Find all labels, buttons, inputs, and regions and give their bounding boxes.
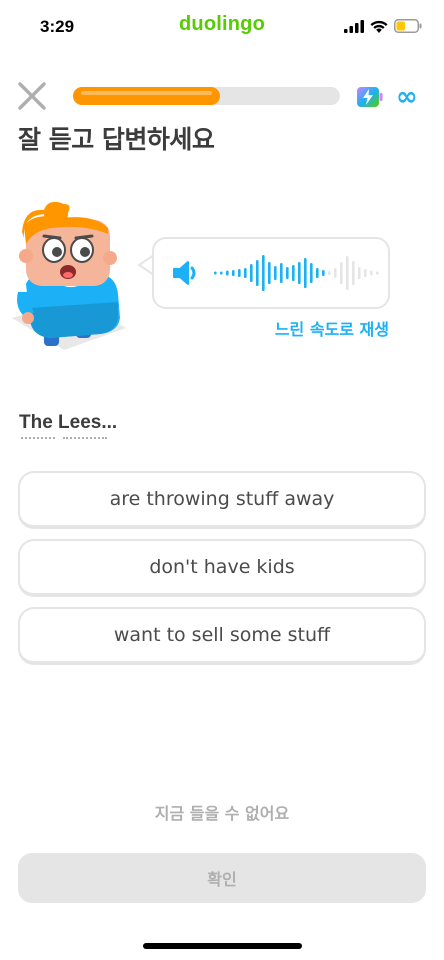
slow-playback-link[interactable]: 느린 속도로 재생 [0,316,389,340]
waveform-bar [310,263,313,283]
energy-battery-icon [357,87,383,107]
check-button[interactable]: 확인 [18,853,426,903]
waveform-bar [322,270,325,276]
answer-option[interactable]: want to sell some stuff [18,607,426,665]
waveform-bar [274,266,277,280]
home-indicator [143,943,302,949]
waveform-bar [334,268,337,278]
waveform-bar [358,267,361,279]
character-illustration [12,202,126,350]
waveform-bar [328,271,331,275]
prompt-word-underline [63,437,107,439]
lesson-progress-fill [73,87,220,105]
speaker-icon[interactable] [170,257,202,289]
waveform-bar [256,260,259,286]
lesson-progress-bar [73,87,340,105]
waveform-bar [214,271,217,275]
waveform-bar [364,269,367,277]
question-prompt: The Lees... [19,412,118,433]
answer-option[interactable]: don't have kids [18,539,426,597]
waveform-bar [220,271,223,275]
energy-indicator[interactable]: ∞ [356,84,418,110]
close-icon [18,82,46,110]
waveform-bar [376,271,379,275]
waveform-bar [292,265,295,281]
waveform-bar [352,261,355,285]
waveform-bar [244,268,247,278]
waveform-bar [238,269,241,277]
signal-icon [344,19,364,33]
energy-infinity: ∞ [396,82,418,112]
waveform-bar [340,262,343,284]
waveform-bar [268,262,271,284]
waveform-bar [262,255,265,291]
waveform-bar [286,267,289,279]
waveform-bar [232,270,235,276]
waveform-bar [226,270,229,276]
wifi-icon [370,20,388,33]
close-button[interactable] [16,80,48,112]
cant-listen-now-button[interactable]: 지금 들을 수 없어요 [0,800,444,824]
prompt-word-underline [21,437,55,439]
waveform-bar [304,258,307,288]
waveform-bar [298,262,301,284]
waveform-bar [316,268,319,278]
waveform-bar [250,264,253,282]
status-icons [344,19,422,33]
waveform-bar [346,256,349,290]
waveform-bar [370,270,373,276]
audio-waveform [214,255,379,291]
status-bar: 3:29 duolingo [0,0,444,52]
waveform-bar [280,263,283,283]
answer-option[interactable]: are throwing stuff away [18,471,426,529]
page-title: 잘 듣고 답변하세요 [18,125,215,154]
battery-icon [394,19,422,33]
